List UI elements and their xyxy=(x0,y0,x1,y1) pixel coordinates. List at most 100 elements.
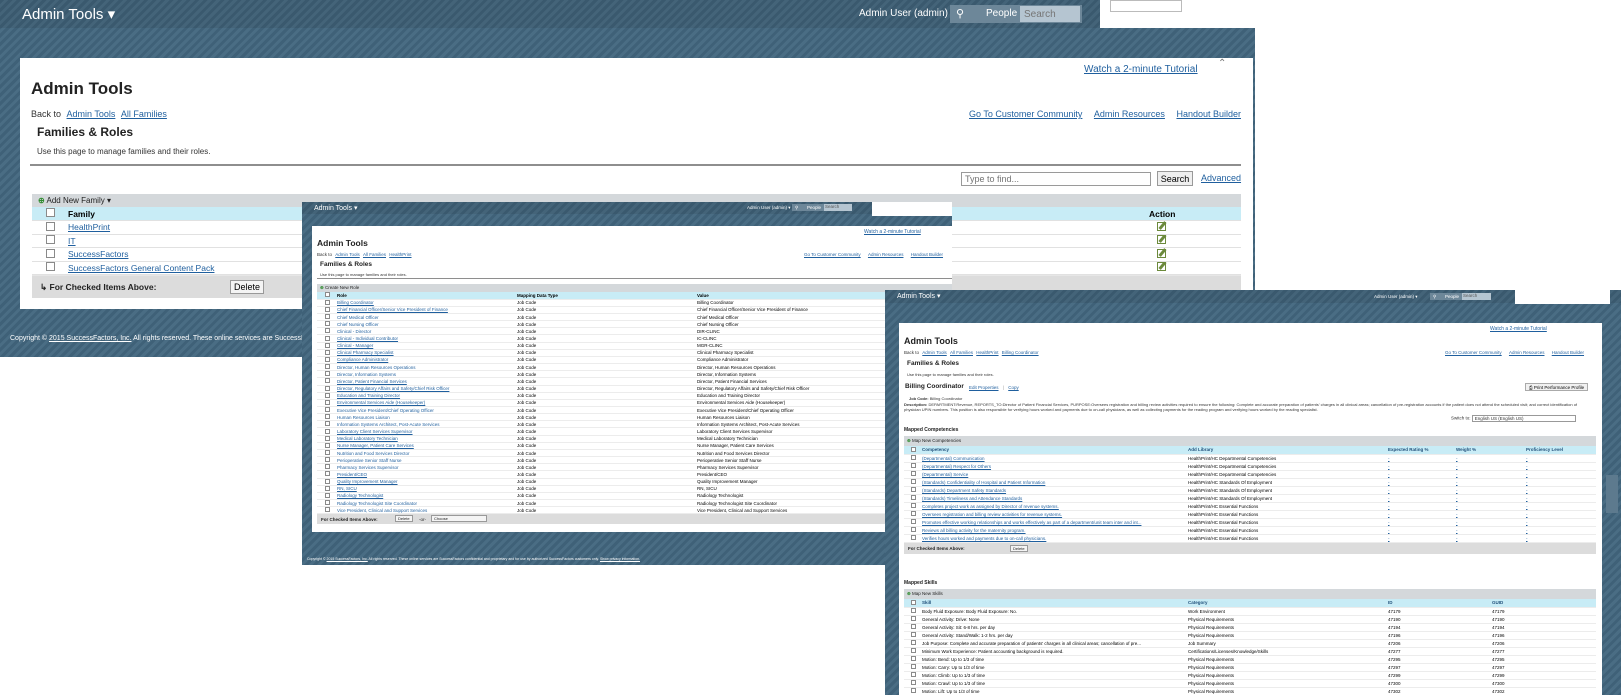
copyright-link[interactable]: 2015 SuccessFactors, Inc. xyxy=(49,335,131,342)
row-link[interactable]: - xyxy=(1526,470,1596,479)
row-link[interactable]: - xyxy=(1388,470,1456,479)
row-checkbox[interactable] xyxy=(910,624,916,629)
row-link[interactable]: (Departmental) Communication xyxy=(922,454,1188,463)
copy-link[interactable]: Copy xyxy=(1008,385,1019,390)
row-checkbox[interactable] xyxy=(910,535,916,540)
row-link[interactable]: Information Systems Architect, Post-Acut… xyxy=(337,420,517,429)
edit-icon[interactable] xyxy=(1157,235,1166,245)
row-checkbox[interactable] xyxy=(45,248,55,258)
row-link[interactable]: Director, Human Resources Operations xyxy=(337,363,517,372)
row-link[interactable]: - xyxy=(1388,454,1456,463)
row-checkbox[interactable] xyxy=(324,485,330,491)
create-new-role-button[interactable]: Create New Role xyxy=(325,285,359,290)
row-link[interactable]: Laboratory Client Services Supervisor xyxy=(337,427,517,436)
search-icon[interactable]: ⚲ xyxy=(956,7,964,20)
handout-builder-link[interactable]: Handout Builder xyxy=(911,252,943,257)
row-link[interactable]: - xyxy=(1456,502,1526,511)
row-checkbox[interactable] xyxy=(910,664,916,669)
row-link[interactable]: Clinical - Manager xyxy=(337,342,517,350)
row-link[interactable]: - xyxy=(1388,518,1456,527)
row-link[interactable]: - xyxy=(1456,510,1526,519)
search-icon[interactable]: ⚲ xyxy=(795,205,798,211)
customer-community-link[interactable]: Go To Customer Community xyxy=(969,109,1082,119)
language-dropdown[interactable]: English US (English US) xyxy=(1471,415,1576,422)
row-link[interactable]: Chief Financial Officer/Senior Vice Pres… xyxy=(337,306,517,314)
breadcrumb-admin-tools[interactable]: Admin Tools xyxy=(67,109,116,119)
row-link[interactable]: Reviews all billing activity for the mat… xyxy=(922,526,1188,535)
row-link[interactable]: - xyxy=(1388,534,1456,543)
breadcrumb-family[interactable]: HealthPrint xyxy=(389,252,411,257)
row-checkbox[interactable] xyxy=(910,511,916,516)
row-checkbox[interactable] xyxy=(45,262,55,272)
row-link[interactable]: Environmental Services Aide (Housekeeper… xyxy=(337,399,517,408)
row-checkbox[interactable] xyxy=(324,378,330,384)
admin-tools-menu[interactable]: Admin Tools ▾ xyxy=(22,5,115,23)
find-input[interactable] xyxy=(961,172,1151,186)
search-icon[interactable]: ⚲ xyxy=(1433,294,1436,300)
breadcrumb-family[interactable]: HealthPrint xyxy=(976,350,998,355)
customer-community-link[interactable]: Go To Customer Community xyxy=(804,252,861,257)
row-checkbox[interactable] xyxy=(324,321,330,327)
row-link[interactable]: (Standards) Timeliness and Attendance St… xyxy=(922,494,1188,503)
row-link[interactable]: Promotes effective working relationships… xyxy=(922,518,1188,527)
row-checkbox[interactable] xyxy=(324,392,330,398)
row-link[interactable]: Vice President, Clinical and Support Ser… xyxy=(337,506,517,515)
row-link[interactable]: (Standards) Confidentiality of Hospital … xyxy=(922,478,1188,487)
row-checkbox[interactable] xyxy=(324,442,330,448)
people-scope-label[interactable]: People xyxy=(807,205,821,210)
edit-properties-link[interactable]: Edit Properties xyxy=(969,385,999,390)
choose-dropdown[interactable]: Choose xyxy=(431,515,487,522)
row-link[interactable]: - xyxy=(1388,502,1456,511)
tutorial-link[interactable]: Watch a 2-minute Tutorial xyxy=(1084,64,1198,75)
breadcrumb-admin-tools[interactable]: Admin Tools xyxy=(335,252,359,257)
row-link[interactable]: President/CEO xyxy=(337,470,517,479)
collapse-icon[interactable]: ⌃ xyxy=(1218,58,1226,69)
row-checkbox[interactable] xyxy=(910,463,916,468)
family-link[interactable]: IT xyxy=(68,236,76,246)
map-new-skills-button[interactable]: Map New Skills xyxy=(912,591,943,596)
row-checkbox[interactable] xyxy=(910,519,916,524)
breadcrumb-all-families[interactable]: All Families xyxy=(950,350,973,355)
add-new-family-button[interactable]: Add New Family ▾ xyxy=(46,196,110,205)
row-link[interactable]: Compliance Administrator xyxy=(337,356,517,365)
row-link[interactable]: - xyxy=(1526,526,1596,535)
feedback-side-tab[interactable] xyxy=(1606,475,1618,513)
row-checkbox[interactable] xyxy=(324,435,330,441)
row-link[interactable]: - xyxy=(1456,486,1526,495)
row-link[interactable]: - xyxy=(1456,534,1526,543)
row-link[interactable]: - xyxy=(1388,526,1456,535)
row-link[interactable]: Nutrition and Food Services Director xyxy=(337,449,517,458)
row-checkbox[interactable] xyxy=(324,507,330,513)
delete-button[interactable]: Delete xyxy=(230,280,264,294)
row-link[interactable]: - xyxy=(1526,494,1596,503)
row-link[interactable]: - xyxy=(1526,510,1596,519)
select-all-checkbox[interactable] xyxy=(910,599,916,605)
row-checkbox[interactable] xyxy=(324,414,330,420)
row-checkbox[interactable] xyxy=(910,656,916,661)
row-link[interactable]: - xyxy=(1526,462,1596,471)
row-checkbox[interactable] xyxy=(324,478,330,484)
row-link[interactable]: Nurse Manager, Patient Care Services xyxy=(337,442,517,450)
row-link[interactable]: Director, Regulatory Affairs and Safety/… xyxy=(337,385,517,393)
row-checkbox[interactable] xyxy=(910,608,916,613)
row-link[interactable]: - xyxy=(1388,510,1456,519)
row-checkbox[interactable] xyxy=(324,364,330,370)
row-link[interactable]: - xyxy=(1526,534,1596,543)
family-link[interactable]: HealthPrint xyxy=(68,222,110,232)
row-checkbox[interactable] xyxy=(324,500,330,506)
row-link[interactable]: Director, Information Systems xyxy=(337,370,517,379)
row-checkbox[interactable] xyxy=(324,342,330,348)
row-link[interactable]: - xyxy=(1388,486,1456,495)
row-link[interactable]: - xyxy=(1388,478,1456,487)
row-link[interactable]: Chief Nursing Officer xyxy=(337,320,517,329)
row-link[interactable]: Billing Coordinator xyxy=(337,299,517,307)
row-checkbox[interactable] xyxy=(324,328,330,334)
row-link[interactable]: Oversees registration and billing review… xyxy=(922,510,1188,519)
search-button[interactable]: Search xyxy=(1157,171,1193,186)
row-checkbox[interactable] xyxy=(324,356,330,362)
breadcrumb-role[interactable]: Billing Coordinator xyxy=(1002,350,1039,355)
map-new-competencies-button[interactable]: Map New Competencies xyxy=(912,438,961,443)
row-checkbox[interactable] xyxy=(910,632,916,637)
row-link[interactable]: Education and Training Director xyxy=(337,392,517,400)
edit-icon[interactable] xyxy=(1157,248,1166,258)
